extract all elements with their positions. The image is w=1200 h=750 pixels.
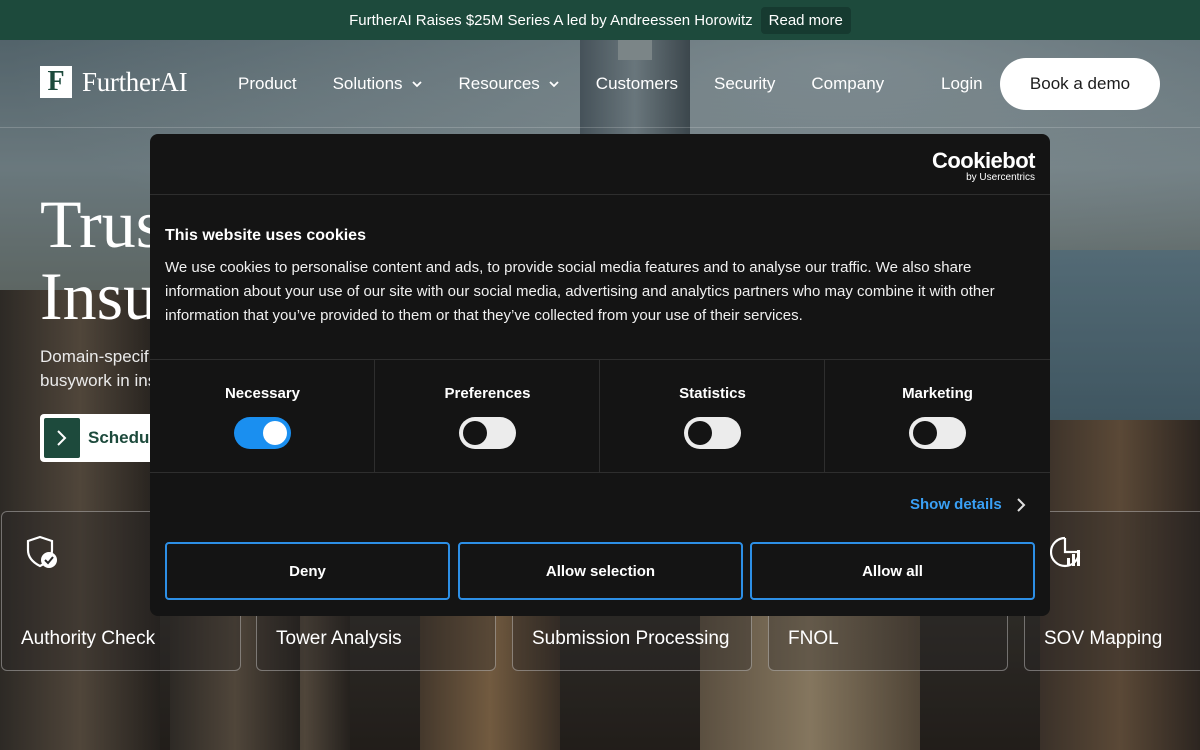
announcement-bar: FurtherAI Raises $25M Series A led by An…: [0, 0, 1200, 40]
main-nav: F FurtherAI Product Solutions Resources …: [0, 40, 1200, 128]
logo-text: FurtherAI: [82, 66, 188, 97]
category-necessary: Necessary: [150, 360, 375, 472]
nav-item-resources[interactable]: Resources: [459, 74, 560, 94]
divider: [150, 472, 1050, 473]
nav-item-customers[interactable]: Customers: [596, 74, 678, 94]
shield-check-icon: [26, 535, 57, 568]
nav-item-label: Product: [238, 74, 297, 93]
category-label: Marketing: [902, 385, 973, 402]
cookie-dialog-body: We use cookies to personalise content an…: [165, 259, 995, 324]
chevron-down-icon: [411, 81, 422, 88]
category-statistics: Statistics: [600, 360, 825, 472]
nav-item-label: Security: [713, 74, 776, 93]
nav-item-solutions[interactable]: Solutions: [333, 74, 423, 94]
chevron-right-icon: [44, 418, 80, 458]
toggle-necessary[interactable]: [234, 417, 291, 449]
card-sov-mapping[interactable]: SOV Mapping: [1024, 511, 1200, 671]
allow-all-button[interactable]: Allow all: [750, 542, 1035, 600]
announcement-text: FurtherAI Raises $25M Series A led by An…: [349, 11, 753, 29]
nav-item-security[interactable]: Security: [714, 74, 775, 94]
category-label: Necessary: [224, 385, 301, 402]
cookie-categories: Necessary Preferences Statistics Marketi…: [150, 360, 1050, 472]
card-title: Submission Processing: [532, 628, 730, 649]
show-details-label: Show details: [910, 496, 1002, 513]
card-title: SOV Mapping: [1044, 628, 1163, 649]
card-title: Authority Check: [21, 628, 156, 649]
nav-item-label: Company: [811, 74, 885, 93]
category-marketing: Marketing: [825, 360, 1050, 472]
chevron-down-icon: [549, 81, 559, 88]
logo-mark-icon: F: [40, 66, 72, 98]
toggle-statistics[interactable]: [684, 417, 741, 449]
logo[interactable]: F FurtherAI: [40, 66, 188, 98]
deny-button[interactable]: Deny: [165, 542, 450, 600]
chevron-right-icon: [1016, 497, 1026, 512]
cookie-consent-dialog: Cookiebot by Usercentrics This website u…: [150, 134, 1050, 616]
cookiebot-logo: Cookiebot by Usercentrics: [931, 148, 1036, 183]
cookiebot-brand: Cookiebot: [931, 148, 1036, 173]
chart-gauge-icon: [1049, 536, 1081, 568]
card-title: Tower Analysis: [276, 628, 402, 649]
allow-selection-button[interactable]: Allow selection: [458, 542, 743, 600]
nav-item-label: Customers: [595, 74, 678, 93]
divider: [150, 194, 1050, 195]
nav-item-company[interactable]: Company: [811, 74, 884, 94]
hero-title-line: Trus: [40, 186, 163, 262]
toggle-marketing[interactable]: [909, 417, 966, 449]
card-title: FNOL: [788, 628, 839, 649]
hero-title: Trus Insu: [40, 188, 162, 332]
category-preferences: Preferences: [375, 360, 600, 472]
login-link[interactable]: Login: [941, 74, 983, 94]
toggle-preferences[interactable]: [459, 417, 516, 449]
nav-item-label: Solutions: [332, 74, 403, 93]
category-label: Statistics: [679, 385, 746, 402]
hero-title-line: Insu: [40, 258, 158, 334]
book-demo-button[interactable]: Book a demo: [1000, 58, 1160, 110]
nav-item-product[interactable]: Product: [238, 74, 297, 94]
cookie-dialog-title: This website uses cookies: [165, 227, 366, 244]
nav-links: Product Solutions Resources Customers Se…: [238, 74, 920, 94]
show-details-link[interactable]: Show details: [910, 496, 1026, 513]
category-label: Preferences: [444, 385, 531, 402]
nav-item-label: Resources: [458, 74, 540, 93]
read-more-link[interactable]: Read more: [760, 6, 851, 34]
